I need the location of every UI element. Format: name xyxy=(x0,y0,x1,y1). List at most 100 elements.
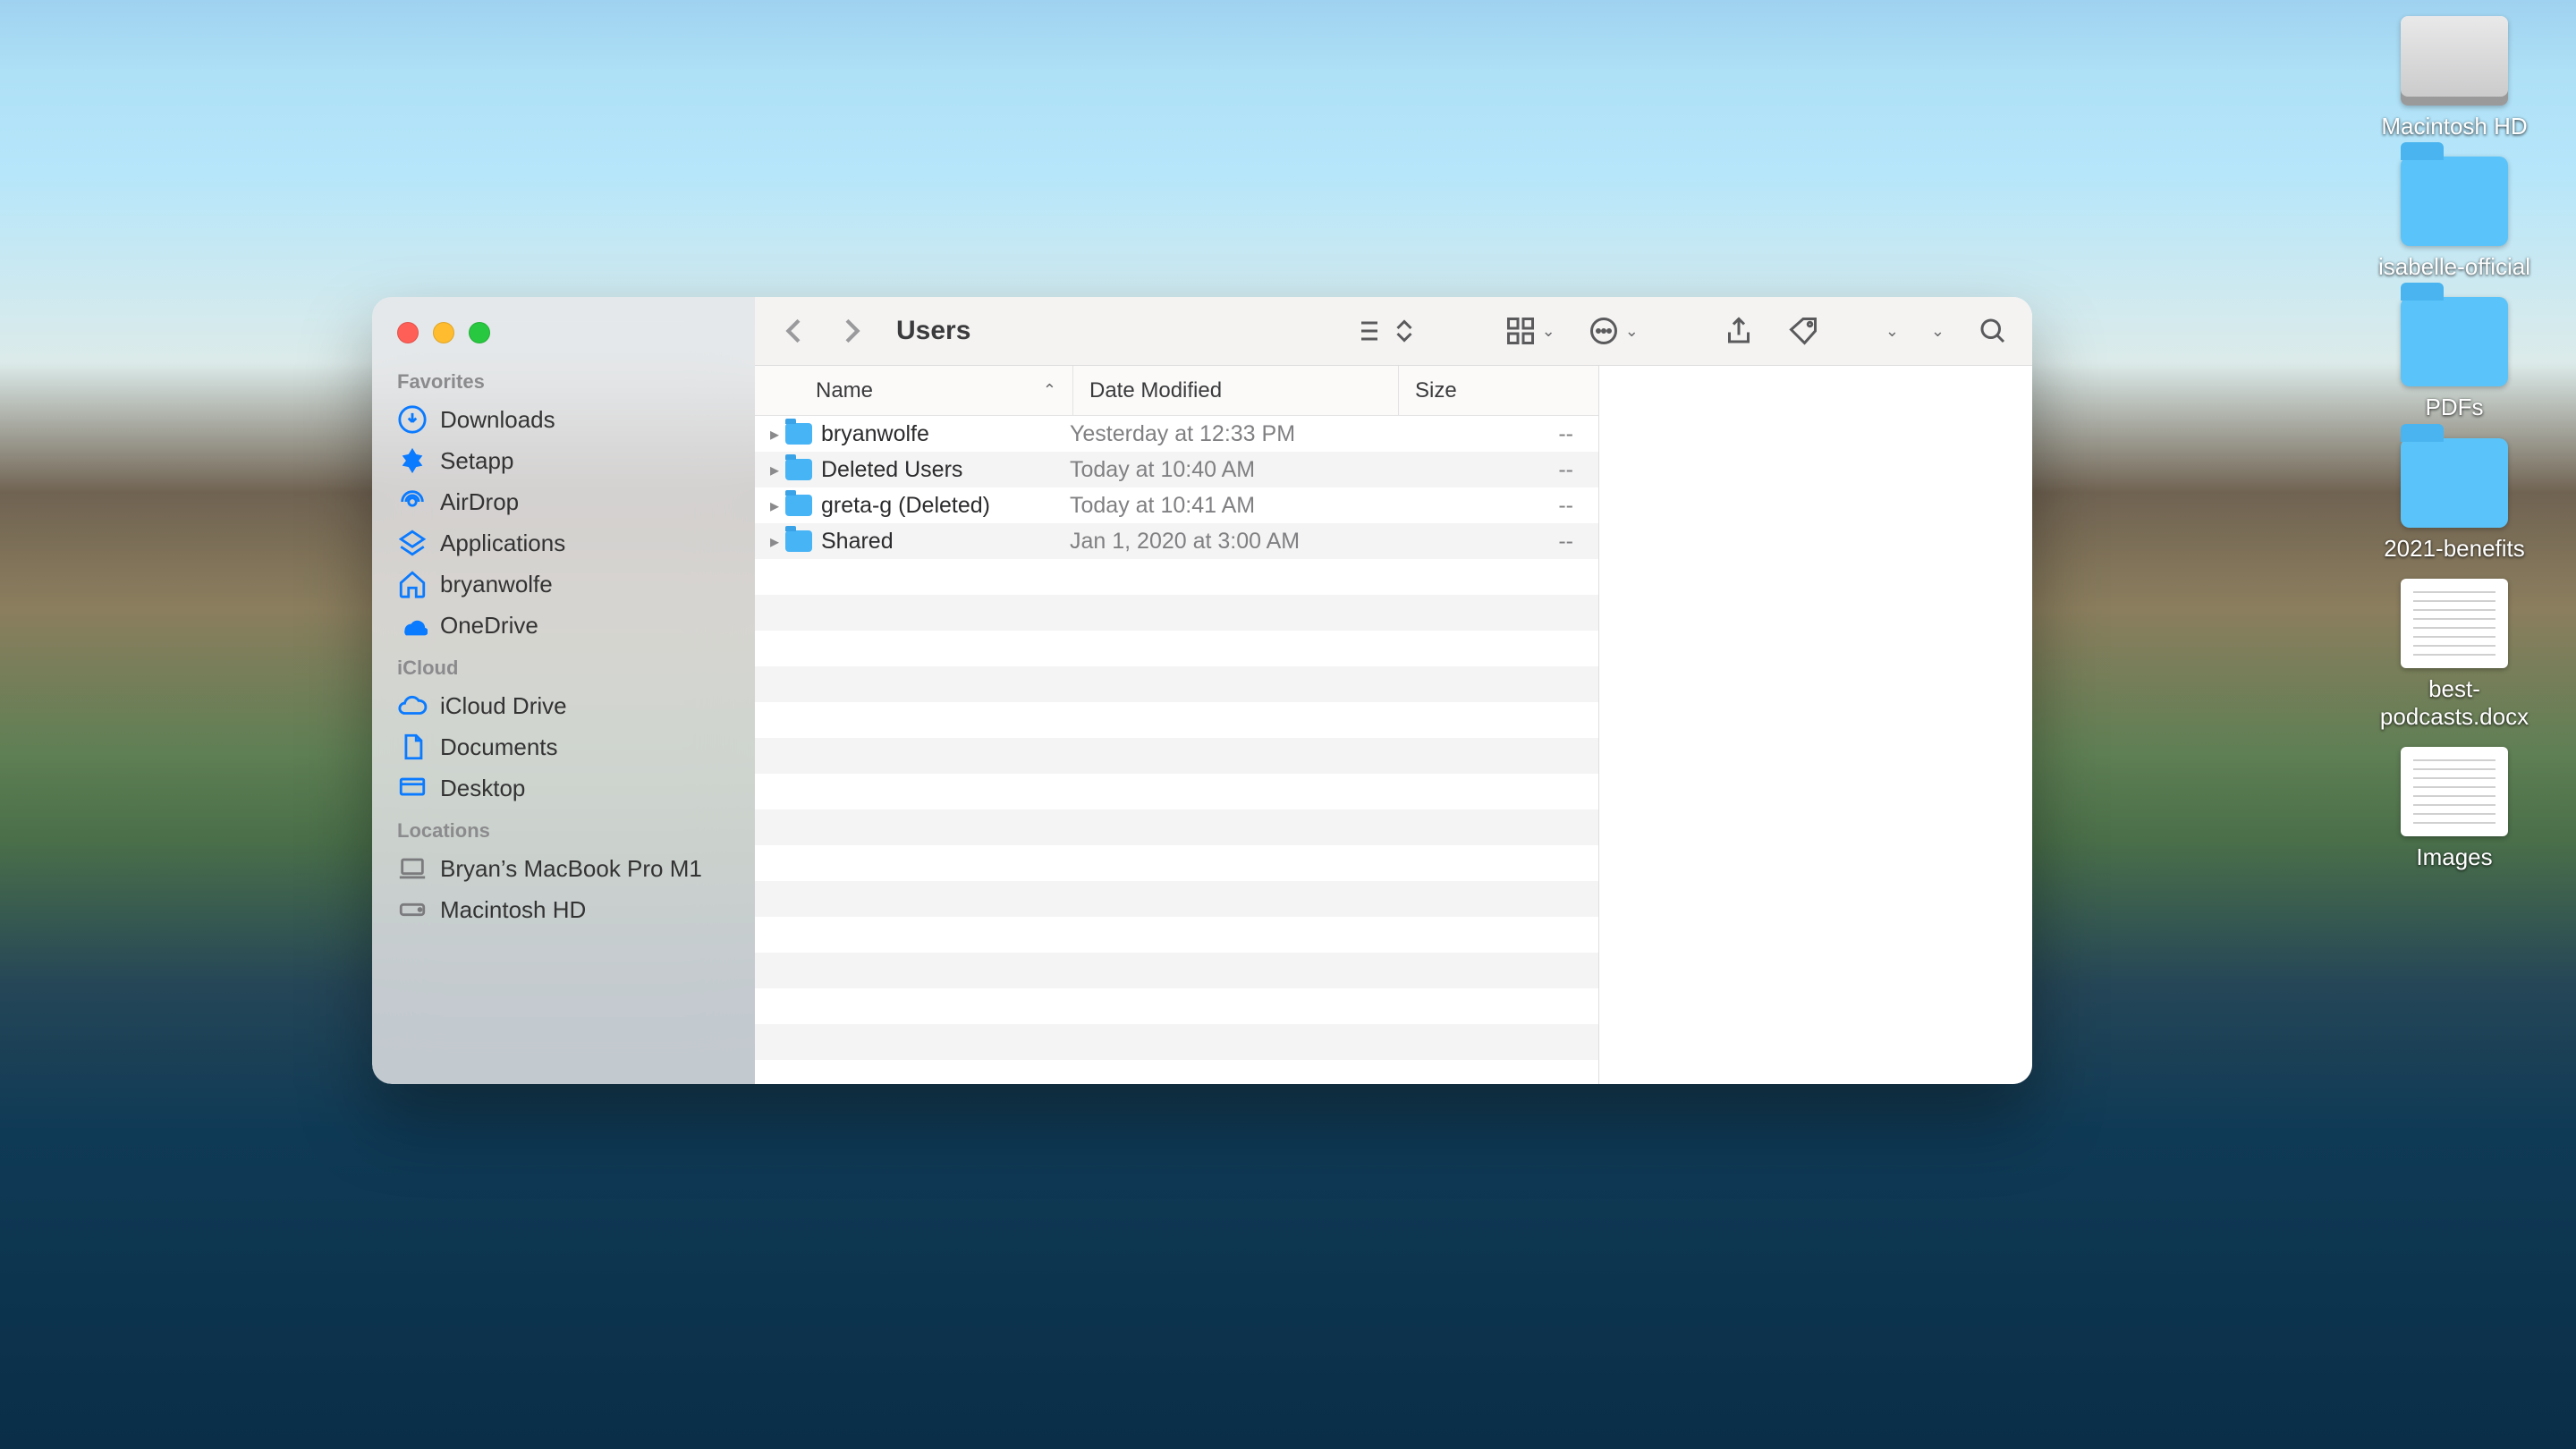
sidebar-section-label: Favorites xyxy=(386,360,746,399)
folder-icon xyxy=(785,530,812,552)
file-name: greta-g (Deleted) xyxy=(821,493,1063,519)
file-row[interactable]: ▸ SharedJan 1, 2020 at 3:00 AM-- xyxy=(755,523,1598,559)
search-button[interactable] xyxy=(1977,315,2009,347)
chevron-down-icon: ⌄ xyxy=(1931,322,1945,341)
onedrive-icon xyxy=(397,610,428,640)
preview-pane xyxy=(1599,366,2032,1084)
desktop-icon-doc[interactable]: best- podcasts.docx xyxy=(2365,579,2544,731)
file-name: Shared xyxy=(821,529,1063,555)
sidebar-item-applications[interactable]: Applications xyxy=(386,522,746,564)
disclosure-triangle-icon[interactable]: ▸ xyxy=(755,495,782,517)
tags-button[interactable] xyxy=(1787,315,1819,347)
desktop-icon-folder[interactable]: PDFs xyxy=(2365,297,2544,421)
minimize-button[interactable] xyxy=(433,322,454,343)
desktop-icon-folder[interactable]: isabelle-official xyxy=(2365,157,2544,281)
column-header-size[interactable]: Size xyxy=(1399,366,1598,415)
sidebar-item-home[interactable]: bryanwolfe xyxy=(386,564,746,605)
sidebar-section-label: Locations xyxy=(386,809,746,848)
window-title: Users xyxy=(896,316,970,346)
file-row[interactable]: ▸greta-g (Deleted)Today at 10:41 AM-- xyxy=(755,487,1598,523)
empty-row xyxy=(755,702,1598,738)
folder-icon xyxy=(785,495,812,516)
empty-row xyxy=(755,631,1598,666)
file-size: -- xyxy=(1388,493,1598,519)
column-header-date[interactable]: Date Modified xyxy=(1073,366,1399,415)
sidebar-item-label: iCloud Drive xyxy=(440,692,567,720)
file-size: -- xyxy=(1388,421,1598,447)
sidebar-item-icloud-drive[interactable]: iCloud Drive xyxy=(386,685,746,726)
disclosure-triangle-icon[interactable]: ▸ xyxy=(755,530,782,553)
empty-row xyxy=(755,559,1598,595)
desktop-icon-folder[interactable]: 2021-benefits xyxy=(2365,438,2544,563)
desktop-icon-disk[interactable]: Macintosh HD xyxy=(2365,16,2544,140)
empty-row xyxy=(755,1024,1598,1060)
column-header-name[interactable]: Name ⌃ xyxy=(755,366,1073,415)
empty-row xyxy=(755,666,1598,702)
empty-row xyxy=(755,953,1598,988)
desktop-icon-label: isabelle-official xyxy=(2365,253,2544,281)
desktop-icon-label: PDFs xyxy=(2365,394,2544,421)
sidebar-item-onedrive[interactable]: OneDrive xyxy=(386,605,746,646)
disk-icon xyxy=(397,894,428,925)
sidebar-item-label: AirDrop xyxy=(440,488,519,516)
file-date: Today at 10:40 AM xyxy=(1063,457,1388,483)
disclosure-triangle-icon[interactable]: ▸ xyxy=(755,423,782,445)
sidebar-item-documents[interactable]: Documents xyxy=(386,726,746,767)
back-button[interactable] xyxy=(776,311,812,351)
share-button[interactable] xyxy=(1723,315,1755,347)
desktop-background: Macintosh HD isabelle-official PDFs 2021… xyxy=(0,0,2576,1449)
setapp-icon xyxy=(397,445,428,476)
home-icon xyxy=(397,569,428,599)
file-date: Jan 1, 2020 at 3:00 AM xyxy=(1063,529,1388,555)
sidebar-item-airdrop[interactable]: AirDrop xyxy=(386,481,746,522)
finder-window: Favorites Downloads Setapp AirDrop xyxy=(372,297,2032,1084)
close-button[interactable] xyxy=(397,322,419,343)
chevron-down-icon: ⌄ xyxy=(1625,322,1639,341)
desktop-icon-label: Macintosh HD xyxy=(2365,113,2544,140)
desktop-icon-images[interactable]: Images xyxy=(2365,747,2544,871)
empty-row xyxy=(755,1060,1598,1084)
sidebar-item-label: Applications xyxy=(440,530,565,557)
empty-row xyxy=(755,774,1598,809)
forward-button[interactable] xyxy=(834,311,869,351)
file-date: Yesterday at 12:33 PM xyxy=(1063,421,1388,447)
finder-split: Name ⌃ Date Modified Size ▸bryanwolfeYes… xyxy=(755,366,2032,1084)
disk-icon xyxy=(2401,16,2508,106)
sort-ascending-icon: ⌃ xyxy=(1043,381,1056,400)
file-name: Deleted Users xyxy=(821,457,1063,483)
sidebar-item-setapp[interactable]: Setapp xyxy=(386,440,746,481)
sidebar-item-downloads[interactable]: Downloads xyxy=(386,399,746,440)
group-by-button[interactable]: ⌄ xyxy=(1504,315,1555,347)
apps-icon xyxy=(397,528,428,558)
empty-row xyxy=(755,809,1598,845)
desktop-icons-column: Macintosh HD isabelle-official PDFs 2021… xyxy=(2365,0,2544,871)
finder-sidebar: Favorites Downloads Setapp AirDrop xyxy=(372,297,755,1084)
document-icon xyxy=(397,732,428,762)
cloud-icon xyxy=(397,691,428,721)
file-row[interactable]: ▸bryanwolfeYesterday at 12:33 PM-- xyxy=(755,416,1598,452)
sidebar-item-desktop[interactable]: Desktop xyxy=(386,767,746,809)
file-row[interactable]: ▸Deleted UsersToday at 10:40 AM-- xyxy=(755,452,1598,487)
sidebar-item-label: Bryan’s MacBook Pro M1 xyxy=(440,855,702,883)
disclosure-triangle-icon[interactable]: ▸ xyxy=(755,459,782,481)
folder-icon xyxy=(785,423,812,445)
sidebar-item-this-mac[interactable]: Bryan’s MacBook Pro M1 xyxy=(386,848,746,889)
empty-row xyxy=(755,917,1598,953)
empty-row xyxy=(755,845,1598,881)
download-icon xyxy=(397,404,428,435)
folder-icon xyxy=(2401,157,2508,246)
column-header-label: Name xyxy=(816,378,873,403)
dropdown-button[interactable]: ⌄ xyxy=(1931,322,1945,341)
action-menu-button[interactable]: ⌄ xyxy=(1588,315,1639,347)
airdrop-icon xyxy=(397,487,428,517)
sidebar-item-label: Downloads xyxy=(440,406,555,434)
desktop-icon-label: best- podcasts.docx xyxy=(2365,675,2544,731)
zoom-button[interactable] xyxy=(469,322,490,343)
desktop-icon-label: 2021-benefits xyxy=(2365,535,2544,563)
view-list-button[interactable] xyxy=(1351,315,1420,347)
file-size: -- xyxy=(1388,529,1598,555)
dropdown-button[interactable]: ⌄ xyxy=(1885,322,1899,341)
column-header-label: Date Modified xyxy=(1089,378,1222,403)
sidebar-section-label: iCloud xyxy=(386,646,746,685)
sidebar-item-macintosh-hd[interactable]: Macintosh HD xyxy=(386,889,746,930)
